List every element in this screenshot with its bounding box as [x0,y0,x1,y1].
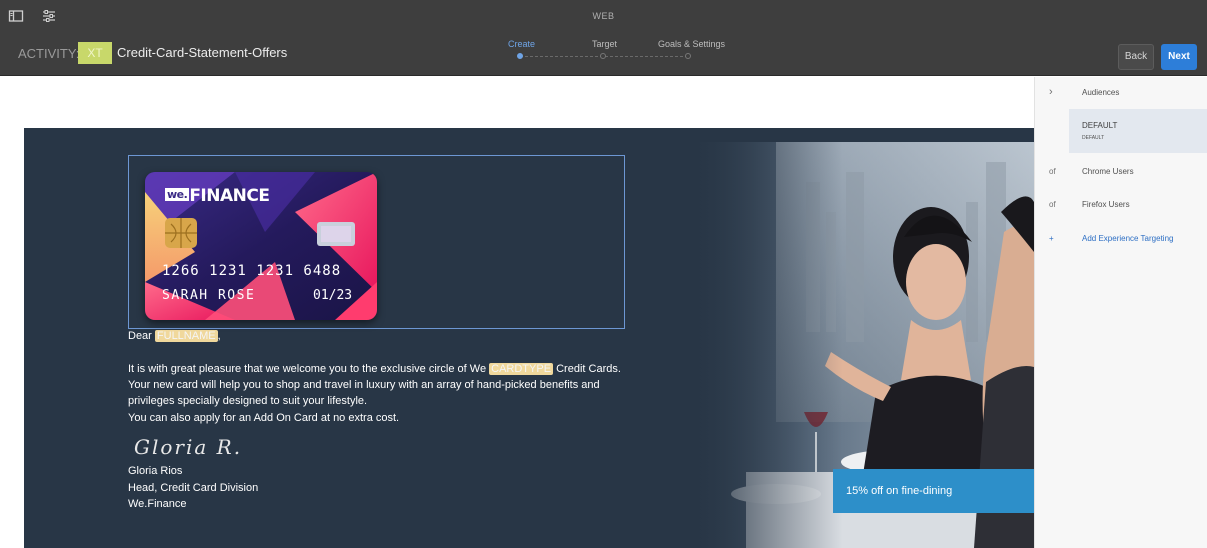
paragraph-2: Your new card will help you to shop and … [128,379,600,391]
cardtype-token[interactable]: CARDTYPE [489,363,554,375]
step-goals-dot [685,53,691,59]
plus-icon: + [1049,234,1054,243]
card-holder: SARAH ROSE [162,288,256,303]
experience-firefox-users: Firefox Users [1082,200,1130,209]
card-brand-logo: we. FINANCE [165,186,270,206]
email-body: 15% off on fine-dining we. FINANCE 1266 … [24,128,1034,548]
step-target[interactable]: Target [592,39,617,49]
paragraph-4: You can also apply for an Add On Card at… [128,412,400,424]
chevron-right-icon[interactable]: › [1049,86,1053,98]
experience-chrome-users: Chrome Users [1082,167,1134,176]
card-brand-finance: FINANCE [189,186,270,206]
para1-suffix: Credit Cards. [553,363,621,375]
mode-label: WEB [592,11,615,21]
signature-image: Gloria R. [134,435,243,459]
fullname-token[interactable]: FULLNAME [154,330,218,342]
greeting-suffix: , [217,330,221,342]
audiences-header[interactable]: › Audiences [1035,86,1207,104]
paragraph-1: It is with great pleasure that we welcom… [128,361,621,377]
step-target-dot [600,53,606,59]
next-button[interactable]: Next [1161,44,1197,70]
sign-company: We.Finance [128,498,187,510]
activity-header: WEB ACTIVITY: XT Credit-Card-Statement-O… [0,0,1207,76]
step-goals-settings[interactable]: Goals & Settings [658,39,725,49]
step-create-dot [517,53,523,59]
audiences-panel: › Audiences DEFAULT DEFAULT of Chrome Us… [1034,77,1207,548]
step-create[interactable]: Create [508,39,535,49]
experience-default[interactable]: DEFAULT DEFAULT [1069,109,1207,153]
page-canvas: 15% off on fine-dining we. FINANCE 1266 … [0,77,1034,548]
paragraph-3: privileges specially designed to suit yo… [128,395,368,407]
activity-type-badge: XT [78,42,112,64]
sign-name: Gloria Rios [128,465,183,477]
row-lead: of [1049,167,1056,176]
greeting-line: Dear FULLNAME, [128,328,221,344]
activity-name[interactable]: Credit-Card-Statement-Offers [117,45,287,60]
card-number: 1266 1231 1231 6488 [162,263,342,279]
activity-prefix: ACTIVITY: [18,46,80,61]
back-button[interactable]: Back [1118,44,1154,70]
add-targeting-label: Add Experience Targeting [1082,234,1174,243]
row-lead: of [1049,200,1056,209]
card-brand-we: we. [165,188,190,201]
card-expiry: 01/23 [313,288,353,303]
offer-banner[interactable]: 15% off on fine-dining [833,469,1034,513]
audiences-label: Audiences [1082,88,1120,97]
experience-default-sub: DEFAULT [1082,135,1105,141]
para1-prefix: It is with great pleasure that we welcom… [128,363,490,375]
greeting-prefix: Dear [128,330,155,342]
sign-title: Head, Credit Card Division [128,482,259,494]
experience-default-title: DEFAULT [1082,121,1118,130]
credit-card-image: we. FINANCE 1266 1231 1231 6488 SARAH ROS… [145,172,377,320]
